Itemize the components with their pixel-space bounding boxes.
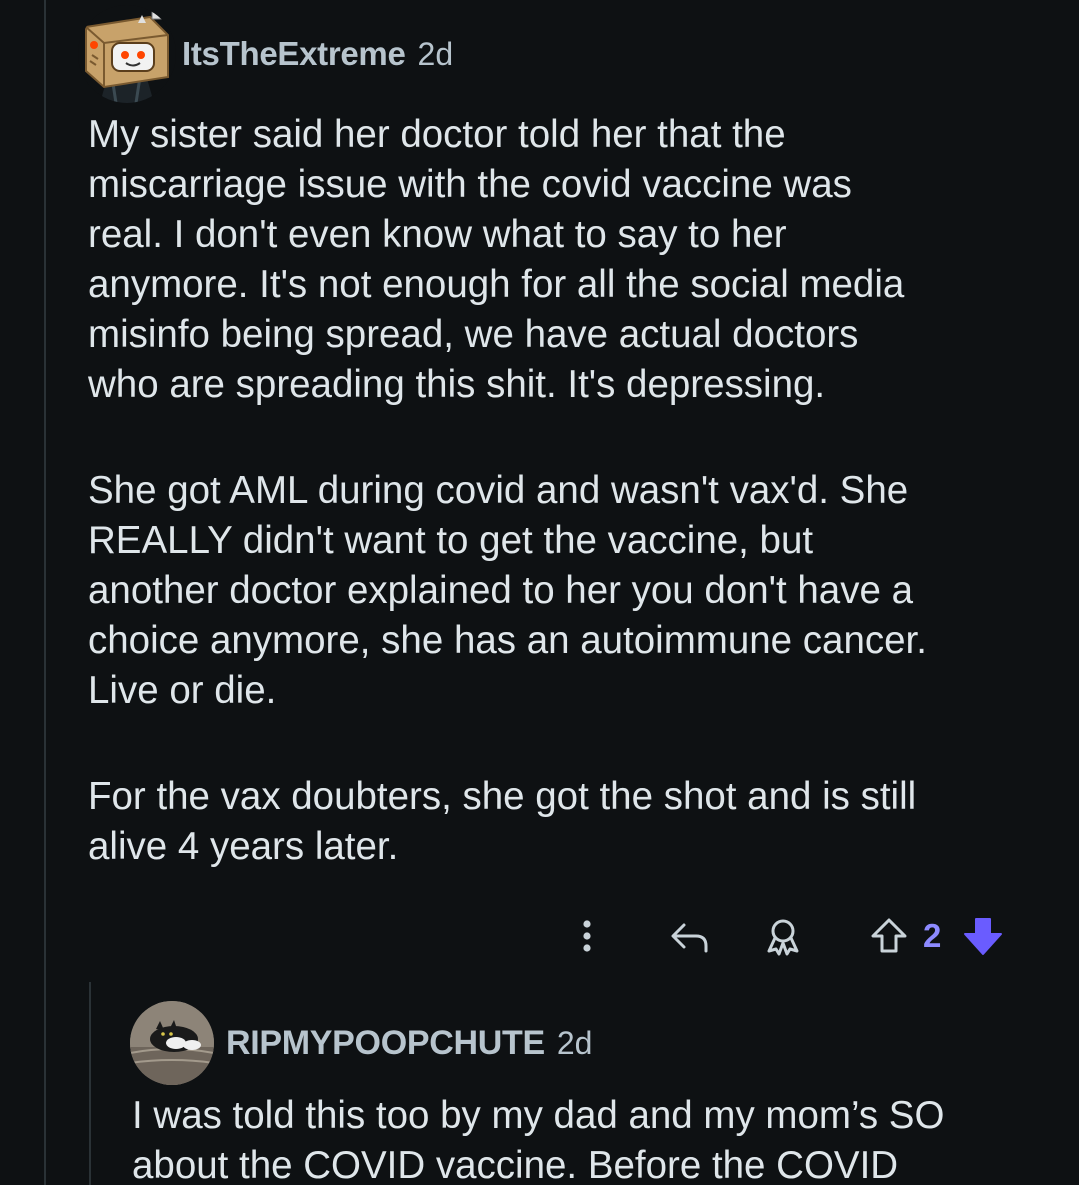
comment-age: 2d: [417, 35, 454, 72]
text-line: another doctor explained to her you don'…: [88, 569, 913, 612]
text-line: For the vax doubters, she got the shot a…: [88, 775, 917, 818]
reply-icon: [671, 923, 708, 953]
text-line: anymore. It's not enough for all the soc…: [88, 263, 905, 306]
comment-username[interactable]: ItsTheExtreme: [182, 35, 406, 73]
reddit-snoo-box-head-avatar-icon: [78, 5, 176, 103]
downvote-filled-icon: [964, 918, 1002, 955]
user-avatar[interactable]: [78, 5, 176, 103]
comment-thread: ItsTheExtreme 2d My sister said her doct…: [0, 0, 1079, 1185]
cat-photo-avatar-icon: [130, 1001, 214, 1085]
downvote-button[interactable]: [960, 913, 1006, 959]
reply-button[interactable]: [666, 913, 712, 959]
comment-action-bar: 2: [560, 905, 1020, 967]
thread-line[interactable]: [44, 0, 46, 1185]
text-line: alive 4 years later.: [88, 825, 399, 868]
comment-paragraph: My sister said her doctor told her that …: [88, 110, 904, 410]
text-line: miscarriage issue with the covid vaccine…: [88, 163, 852, 206]
thread-line[interactable]: [89, 982, 91, 1185]
comment-paragraph: I was told this too by my dad and my mom…: [132, 1091, 944, 1185]
text-line: My sister said her doctor told her that …: [88, 113, 786, 156]
user-avatar[interactable]: [130, 1001, 214, 1085]
comment-paragraph: She got AML during covid and wasn't vax'…: [88, 466, 927, 716]
comment-header: RIPMYPOOPCHUTE 2d: [130, 1000, 592, 1086]
text-line: Live or die.: [88, 669, 277, 712]
text-line: who are spreading this shit. It's depres…: [88, 363, 826, 406]
text-line: I was told this too by my dad and my mom…: [132, 1094, 945, 1137]
more-vertical-icon: [583, 920, 591, 952]
text-line: misinfo being spread, we have actual doc…: [88, 313, 859, 356]
text-line: She got AML during covid and wasn't vax'…: [88, 469, 909, 512]
award-button[interactable]: [760, 913, 806, 959]
text-line: choice anymore, she has an autoimmune ca…: [88, 619, 927, 662]
text-line: real. I don't even know what to say to h…: [88, 213, 787, 256]
upvote-button[interactable]: [866, 913, 912, 959]
text-line: REALLY didn't want to get the vaccine, b…: [88, 519, 814, 562]
more-options-button[interactable]: [564, 913, 610, 959]
upvote-icon: [871, 918, 907, 953]
text-line: about the COVID vaccine. Before the COVI…: [132, 1144, 899, 1185]
vote-score: 2: [923, 917, 942, 954]
comment-header: ItsTheExtreme 2d: [78, 4, 453, 104]
comment-paragraph: For the vax doubters, she got the shot a…: [88, 772, 916, 872]
comment-username[interactable]: RIPMYPOOPCHUTE: [226, 1024, 545, 1063]
comment-age: 2d: [556, 1024, 593, 1061]
award-icon: [767, 919, 799, 956]
